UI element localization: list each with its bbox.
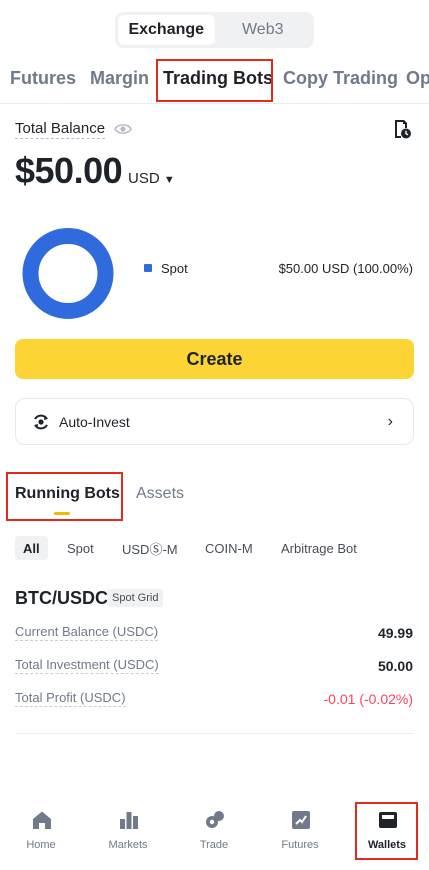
filter-arbitrage-bot[interactable]: Arbitrage Bot xyxy=(273,536,365,560)
bot-pair[interactable]: BTC/USDC xyxy=(15,588,108,609)
tab-running-bots[interactable]: Running Bots xyxy=(15,485,120,503)
nav-futures-label: Futures xyxy=(281,839,319,851)
nav-wallets-label: Wallets xyxy=(367,839,407,851)
nav-trade[interactable]: Trade xyxy=(179,800,249,870)
currency-label: USD xyxy=(128,170,160,187)
auto-invest-label: Auto-Invest xyxy=(59,414,130,430)
web3-segment[interactable]: Web3 xyxy=(215,15,312,45)
tab-trading-bots[interactable]: Trading Bots xyxy=(163,68,273,89)
balance-amount: $50.00 xyxy=(15,150,123,191)
category-tabs: Futures Margin Trading Bots Copy Trading… xyxy=(0,58,429,104)
trade-icon xyxy=(206,811,224,828)
nav-markets-label: Markets xyxy=(108,839,148,851)
legend-spot-value: $50.00 USD (100.00%) xyxy=(278,261,413,276)
running-bots-underline xyxy=(54,512,70,515)
filter-all[interactable]: All xyxy=(15,536,48,560)
card-divider xyxy=(15,733,414,734)
current-balance-label: Current Balance (USDC) xyxy=(15,624,159,641)
exchange-segment[interactable]: Exchange xyxy=(118,15,215,45)
exchange-web3-switch: Exchange Web3 xyxy=(115,12,314,48)
legend-spot-swatch xyxy=(144,264,152,272)
eye-icon[interactable] xyxy=(114,121,132,137)
create-button[interactable]: Create xyxy=(15,339,414,379)
chevron-right-icon: › xyxy=(387,413,393,430)
allocation-donut xyxy=(22,228,114,319)
filter-spot[interactable]: Spot xyxy=(59,536,102,560)
markets-icon xyxy=(120,812,138,829)
bot-type-badge: Spot Grid xyxy=(107,589,164,607)
filter-usds-m[interactable]: USDⓈ-M xyxy=(114,536,186,560)
nav-futures[interactable]: Futures xyxy=(265,800,335,870)
tab-assets[interactable]: Assets xyxy=(136,485,184,503)
auto-invest-icon xyxy=(34,414,48,430)
nav-home-label: Home xyxy=(26,839,56,851)
current-balance-value: 49.99 xyxy=(377,625,413,641)
auto-invest-card[interactable]: Auto-Invest › xyxy=(15,398,414,445)
nav-home[interactable]: Home xyxy=(6,800,76,870)
filter-coin-m[interactable]: COIN-M xyxy=(197,536,261,560)
tab-margin[interactable]: Margin xyxy=(90,68,149,89)
futures-icon xyxy=(292,811,310,829)
total-profit-label: Total Profit (USDC) xyxy=(15,690,126,707)
nav-trade-label: Trade xyxy=(199,839,229,851)
tab-copy-trading[interactable]: Copy Trading xyxy=(283,68,398,89)
total-balance-label: Total Balance xyxy=(15,120,106,139)
wallet-icon xyxy=(379,812,397,828)
currency-selector[interactable]: USD ▼ xyxy=(128,170,175,187)
history-icon[interactable] xyxy=(392,119,412,139)
donut-segment-spot xyxy=(22,228,114,319)
nav-wallets[interactable]: Wallets xyxy=(352,800,422,870)
home-icon xyxy=(33,811,51,829)
total-investment-label: Total Investment (USDC) xyxy=(15,657,159,674)
tab-futures[interactable]: Futures xyxy=(10,68,76,89)
total-profit-value: -0.01 (-0.02%) xyxy=(323,691,413,707)
legend-spot-label: Spot xyxy=(161,261,188,276)
tab-options[interactable]: Op xyxy=(406,68,429,89)
bottom-nav: Home Markets Trade Futures Wallets xyxy=(0,800,429,870)
total-investment-value: 50.00 xyxy=(377,658,413,674)
nav-markets[interactable]: Markets xyxy=(93,800,163,870)
caret-down-icon: ▼ xyxy=(163,174,175,186)
